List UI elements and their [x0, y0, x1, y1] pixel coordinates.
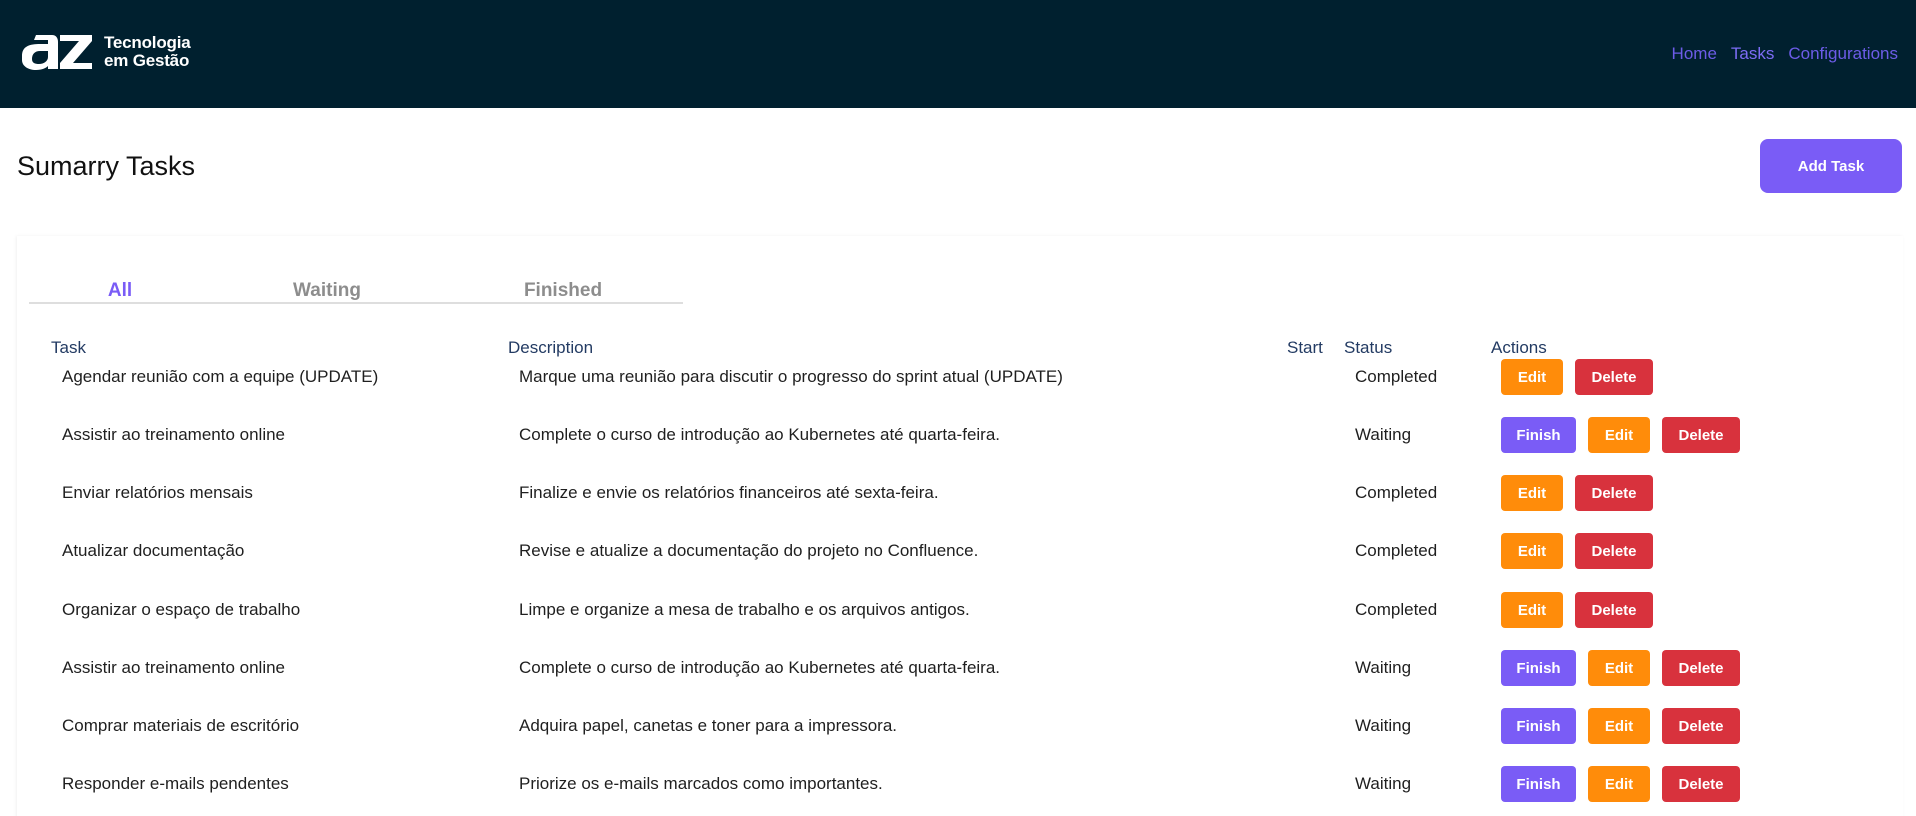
row-actions: Finish Edit Delete	[1501, 708, 1740, 744]
nav-link-home[interactable]: Home	[1672, 44, 1717, 64]
table-row: Atualizar documentação Revise e atualize …	[0, 522, 1916, 580]
edit-button[interactable]: Edit	[1501, 592, 1563, 628]
task-name: Organizar o espaço de trabalho	[62, 600, 301, 619]
task-name: Agendar reunião com a equipe (UPDATE)	[62, 367, 379, 386]
main-nav: Home Tasks Configurations	[1672, 44, 1898, 64]
task-description: Finalize e envie os relatórios financeir…	[519, 483, 939, 502]
edit-button[interactable]: Edit	[1501, 475, 1563, 511]
row-actions: Edit Delete	[1501, 475, 1653, 511]
row-actions: Finish Edit Delete	[1501, 417, 1740, 453]
nav-link-configurations[interactable]: Configurations	[1788, 44, 1898, 64]
task-status: Completed	[1355, 483, 1438, 502]
task-status: Waiting	[1355, 425, 1412, 444]
brand-name: Tecnologia em Gestão	[104, 33, 191, 70]
top-navbar: Tecnologia em Gestão Home Tasks Configur…	[0, 0, 1916, 108]
page-title: Sumarry Tasks	[17, 151, 196, 181]
row-actions: Edit Delete	[1501, 359, 1653, 395]
add-task-button[interactable]: Add Task	[1760, 139, 1902, 193]
table-row: Assistir ao treinamento online Complete o…	[0, 639, 1916, 697]
task-description: Complete o curso de introdução ao Kubern…	[519, 425, 1001, 444]
row-actions: Edit Delete	[1501, 533, 1653, 569]
finish-button[interactable]: Finish	[1501, 766, 1576, 802]
task-status: Waiting	[1355, 658, 1412, 677]
nav-link-tasks[interactable]: Tasks	[1731, 44, 1774, 64]
delete-button[interactable]: Delete	[1662, 650, 1740, 686]
brand-name-line1: Tecnologia	[104, 33, 191, 52]
table-row: Responder e-mails pendentes Priorize os e…	[0, 755, 1916, 813]
tab-finished[interactable]: Finished	[524, 280, 602, 302]
table-row: Assistir ao treinamento online Complete o…	[0, 406, 1916, 464]
task-name: Comprar materiais de escritório	[62, 716, 300, 735]
edit-button[interactable]: Edit	[1588, 417, 1650, 453]
delete-button[interactable]: Delete	[1662, 766, 1740, 802]
brand-name-line2: em Gestão	[104, 51, 190, 70]
task-status: Waiting	[1355, 716, 1412, 735]
delete-button[interactable]: Delete	[1662, 417, 1740, 453]
delete-button[interactable]: Delete	[1662, 708, 1740, 744]
task-description: Limpe e organize a mesa de trabalho e os…	[519, 600, 970, 619]
row-actions: Edit Delete	[1501, 592, 1653, 628]
row-actions: Finish Edit Delete	[1501, 650, 1740, 686]
task-status: Completed	[1355, 367, 1438, 386]
task-description: Revise e atualize a documentação do proj…	[519, 541, 979, 560]
task-status: Completed	[1355, 541, 1438, 560]
task-name: Atualizar documentação	[62, 541, 245, 560]
tab-all[interactable]: All	[108, 280, 132, 302]
az-logo-icon	[22, 35, 92, 70]
finish-button[interactable]: Finish	[1501, 708, 1576, 744]
table-row: Organizar o espaço de trabalho Limpe e or…	[0, 581, 1916, 639]
tab-waiting[interactable]: Waiting	[293, 280, 361, 302]
task-description: Marque uma reunião para discutir o progr…	[519, 367, 1063, 386]
task-status: Completed	[1355, 600, 1438, 619]
finish-button[interactable]: Finish	[1501, 650, 1576, 686]
table-row: Enviar relatórios mensais Finalize e envi…	[0, 464, 1916, 522]
task-description: Complete o curso de introdução ao Kubern…	[519, 658, 1001, 677]
edit-button[interactable]: Edit	[1588, 766, 1650, 802]
task-description: Priorize os e-mails marcados como import…	[519, 774, 883, 793]
table-row: Comprar materiais de escritório Adquira p…	[0, 697, 1916, 755]
table-row: Agendar reunião com a equipe (UPDATE) Mar…	[0, 348, 1916, 406]
delete-button[interactable]: Delete	[1575, 533, 1653, 569]
edit-button[interactable]: Edit	[1501, 359, 1563, 395]
task-name: Assistir ao treinamento online	[62, 658, 286, 677]
delete-button[interactable]: Delete	[1575, 475, 1653, 511]
delete-button[interactable]: Delete	[1575, 359, 1653, 395]
brand-logo[interactable]: Tecnologia em Gestão	[20, 32, 191, 72]
task-name: Responder e-mails pendentes	[62, 774, 289, 793]
task-status: Waiting	[1355, 774, 1412, 793]
edit-button[interactable]: Edit	[1588, 650, 1650, 686]
task-name: Assistir ao treinamento online	[62, 425, 286, 444]
delete-button[interactable]: Delete	[1575, 592, 1653, 628]
status-tabs: All Waiting Finished	[29, 256, 683, 304]
edit-button[interactable]: Edit	[1588, 708, 1650, 744]
task-name: Enviar relatórios mensais	[62, 483, 253, 502]
row-actions: Finish Edit Delete	[1501, 766, 1740, 802]
finish-button[interactable]: Finish	[1501, 417, 1576, 453]
edit-button[interactable]: Edit	[1501, 533, 1563, 569]
task-description: Adquira papel, canetas e toner para a im…	[519, 716, 898, 735]
